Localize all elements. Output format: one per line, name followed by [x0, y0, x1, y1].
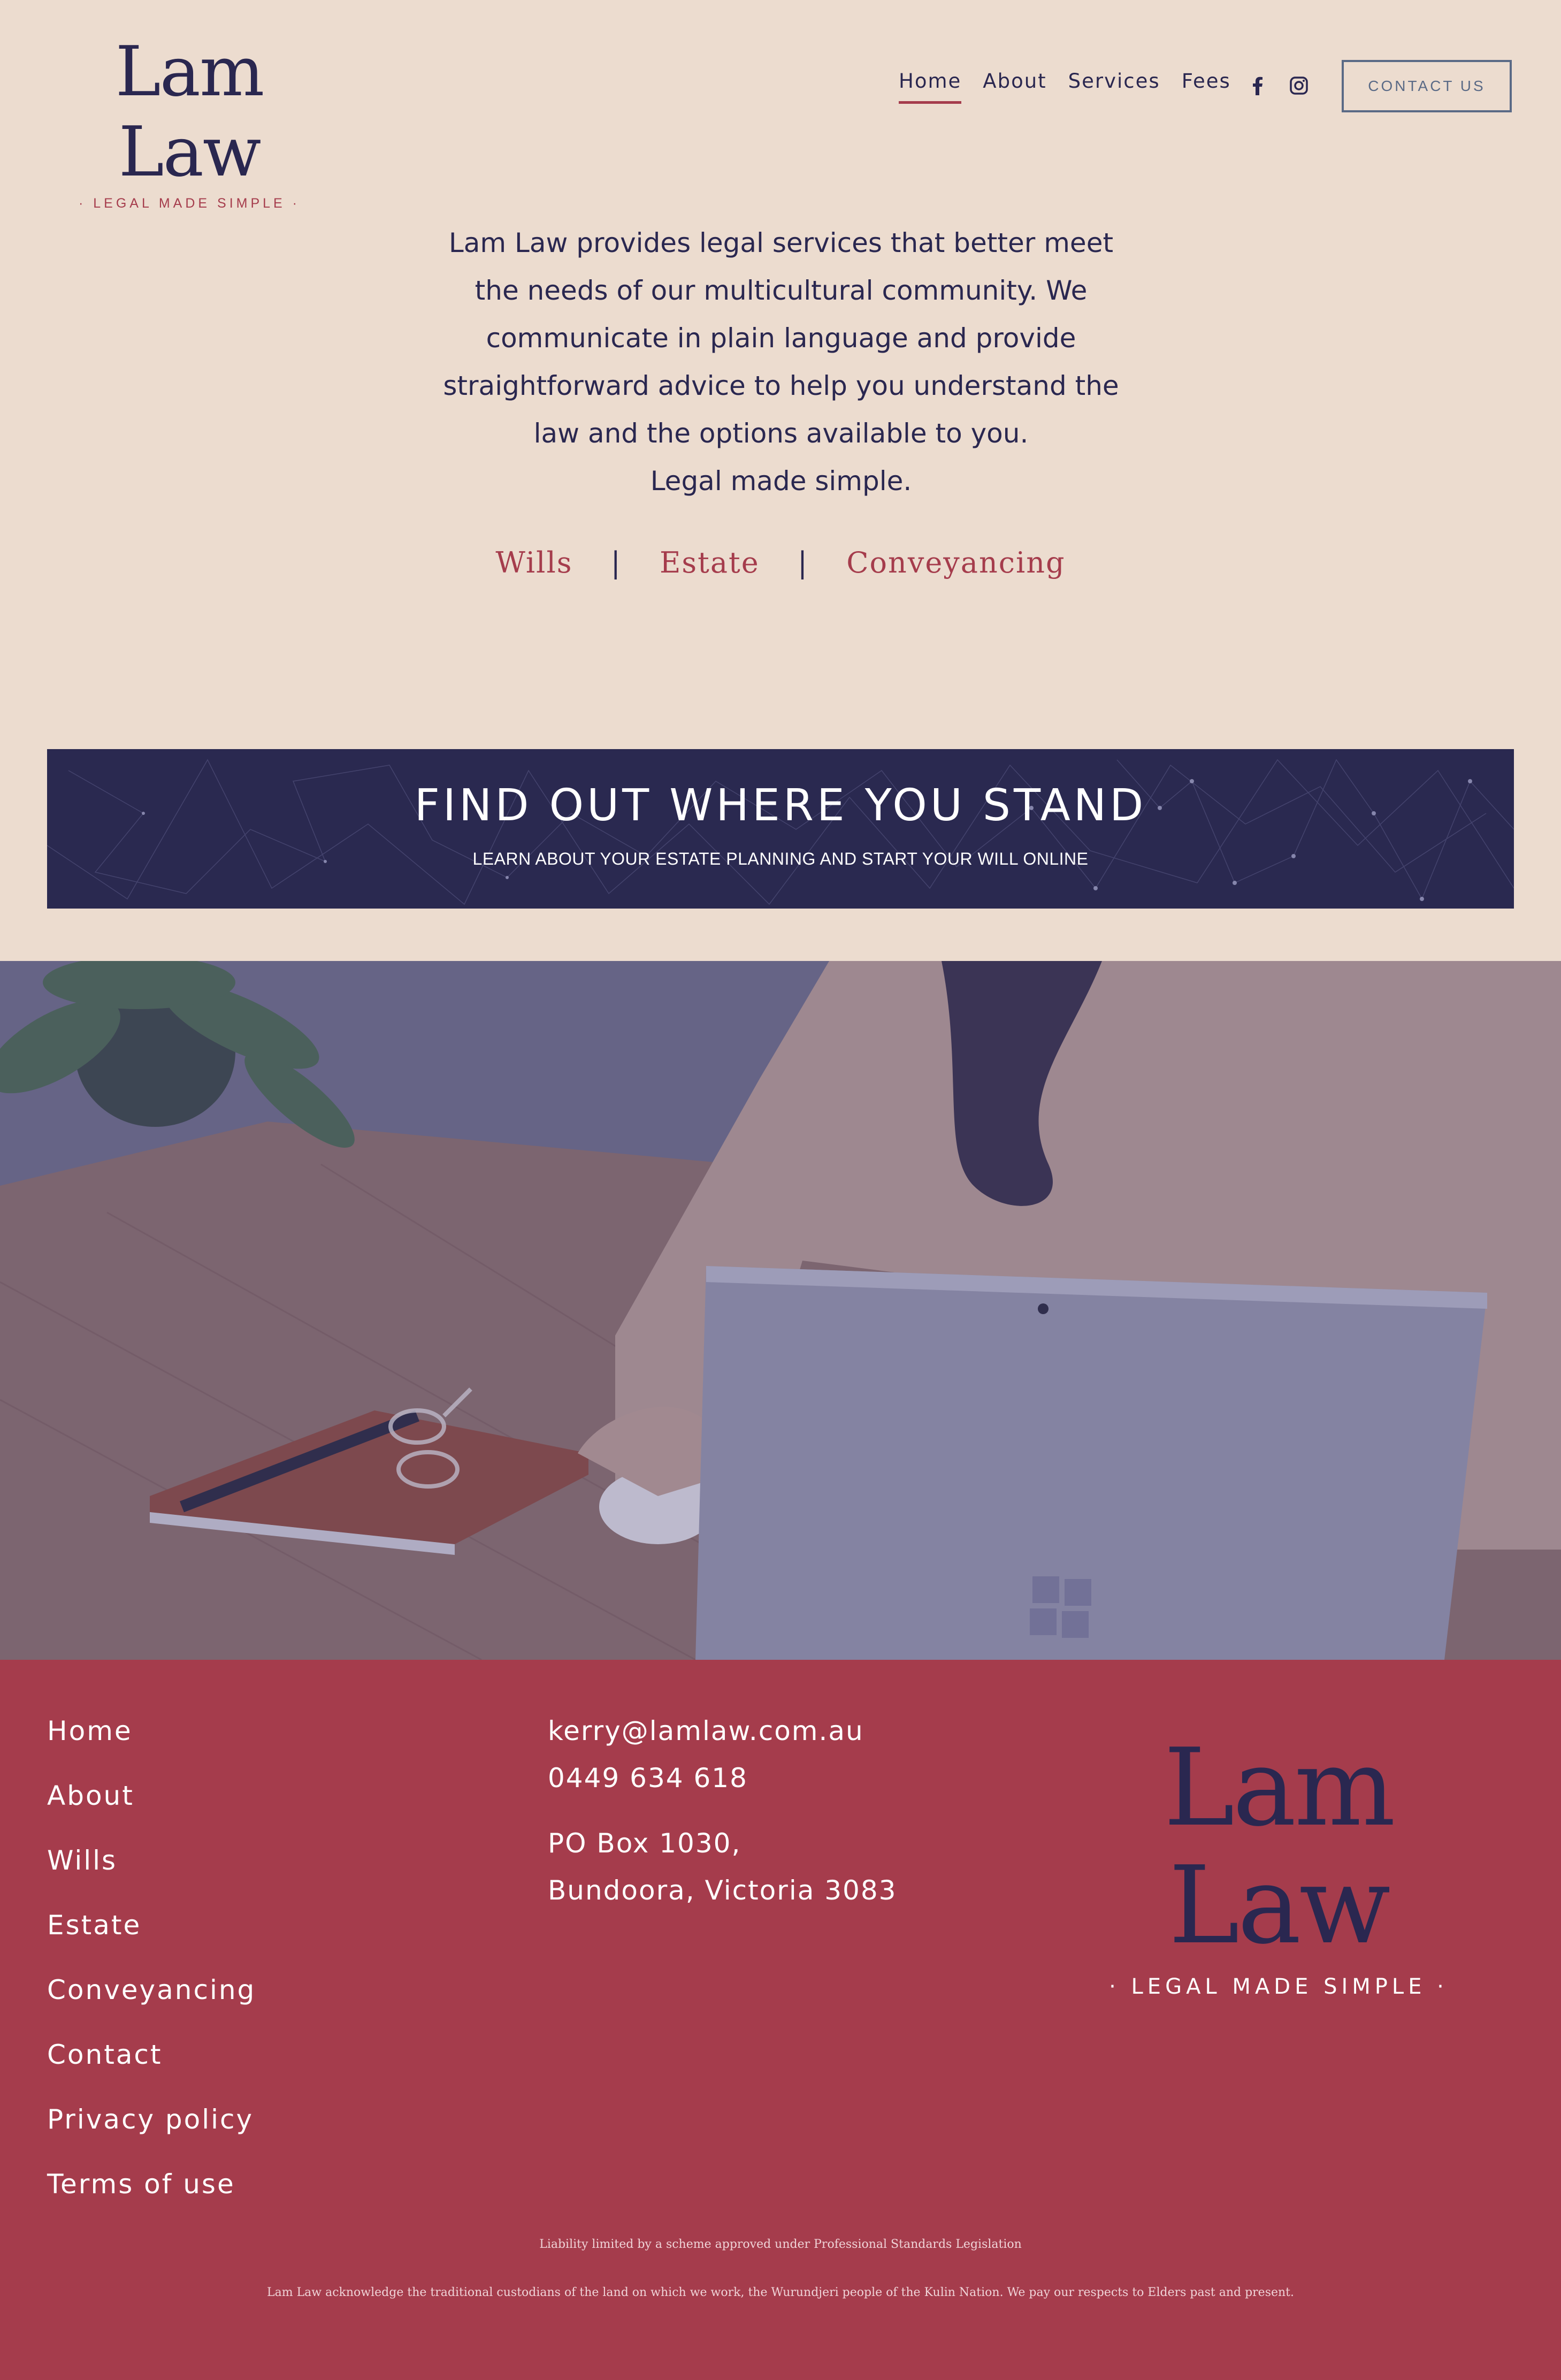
logo-tagline: · LEGAL MADE SIMPLE ·	[78, 196, 301, 211]
separator: |	[797, 546, 809, 579]
nav-about[interactable]: About	[983, 70, 1046, 104]
instagram-icon[interactable]	[1288, 75, 1310, 96]
service-wills-link[interactable]: Wills	[495, 546, 572, 579]
service-estate-link[interactable]: Estate	[660, 546, 760, 579]
footer-links: Home About Wills Estate Conveyancing Con…	[47, 1718, 256, 2236]
nav-fees[interactable]: Fees	[1182, 70, 1231, 104]
nav-home[interactable]: Home	[899, 70, 962, 104]
footer-link-contact[interactable]: Contact	[47, 2041, 256, 2106]
nav-services[interactable]: Services	[1068, 70, 1160, 104]
intro-line: the needs of our multicultural community…	[475, 275, 1088, 306]
facebook-icon[interactable]	[1247, 75, 1268, 96]
footer-logo-title: Lam Law	[1164, 1726, 1396, 1968]
intro-line: law and the options available to you.	[533, 418, 1029, 449]
cta-banner[interactable]: FIND OUT WHERE YOU STAND LEARN ABOUT YOU…	[47, 749, 1514, 909]
services-list: Wills | Estate | Conveyancing	[0, 546, 1561, 579]
service-conveyancing-link[interactable]: Conveyancing	[846, 546, 1065, 579]
footer-link-wills[interactable]: Wills	[47, 1847, 256, 1912]
footer-link-home[interactable]: Home	[47, 1718, 256, 1782]
address-line: Bundoora, Victoria 3083	[548, 1875, 897, 1906]
main-nav: Home About Services Fees	[899, 70, 1252, 104]
footer-link-estate[interactable]: Estate	[47, 1912, 256, 1977]
footer-logo: Lam Law · LEGAL MADE SIMPLE ·	[1065, 1726, 1493, 2000]
intro-line: Lam Law provides legal services that bet…	[448, 227, 1114, 258]
contact-us-button[interactable]: CONTACT US	[1342, 60, 1512, 112]
liability-notice: Liability limited by a scheme approved u…	[539, 2238, 1022, 2251]
logo-title: Lam Law	[115, 32, 265, 192]
footer-link-conveyancing[interactable]: Conveyancing	[47, 1977, 256, 2041]
photo-illustration	[0, 961, 1561, 1660]
address-line: PO Box 1030,	[548, 1828, 741, 1859]
footer-link-terms[interactable]: Terms of use	[47, 2171, 256, 2236]
site-footer: Home About Wills Estate Conveyancing Con…	[0, 1660, 1561, 2380]
email-link[interactable]: kerry@lamlaw.com.au	[548, 1718, 897, 1744]
intro-line: Legal made simple.	[650, 466, 912, 497]
banner-subtitle: LEARN ABOUT YOUR ESTATE PLANNING AND STA…	[472, 849, 1089, 868]
banner-title: FIND OUT WHERE YOU STAND	[414, 780, 1147, 831]
acknowledgement-notice: Lam Law acknowledge the traditional cust…	[266, 2286, 1295, 2299]
hero-photo	[0, 961, 1561, 1660]
footer-link-about[interactable]: About	[47, 1782, 256, 1847]
footer-contact: kerry@lamlaw.com.au 0449 634 618 PO Box …	[548, 1718, 897, 1904]
footer-logo-tagline: · LEGAL MADE SIMPLE ·	[1109, 1974, 1448, 1999]
site-logo[interactable]: Lam Law · LEGAL MADE SIMPLE ·	[61, 32, 318, 211]
intro-line: straightforward advice to help you under…	[443, 370, 1119, 401]
footer-link-privacy[interactable]: Privacy policy	[47, 2106, 256, 2171]
separator: |	[610, 546, 622, 579]
intro-line: communicate in plain language and provid…	[486, 323, 1076, 354]
intro-text: Lam Law provides legal services that bet…	[407, 219, 1156, 505]
site-header: Lam Law · LEGAL MADE SIMPLE · Home About…	[0, 0, 1561, 211]
phone-link[interactable]: 0449 634 618	[548, 1765, 897, 1791]
